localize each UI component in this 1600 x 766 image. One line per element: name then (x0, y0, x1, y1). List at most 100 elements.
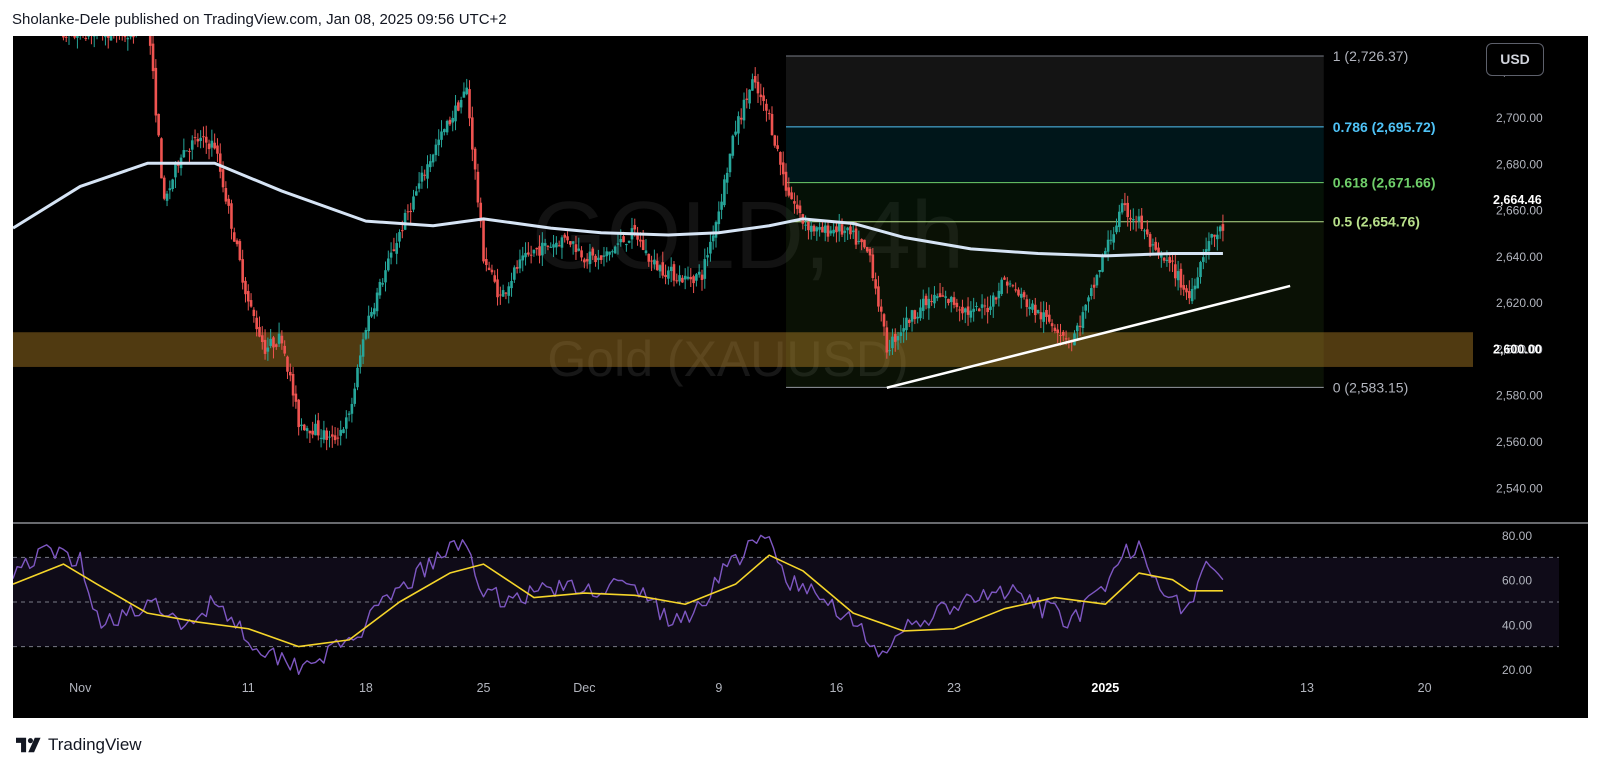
candle-body (213, 142, 216, 149)
candle-body (667, 270, 670, 279)
candle-body (625, 244, 628, 246)
candle-body (583, 259, 586, 263)
candle-body (874, 279, 877, 289)
candle-body (616, 243, 620, 245)
candle-body (241, 259, 244, 283)
candle-body (776, 145, 779, 149)
candle-body (966, 306, 970, 315)
candle-body (983, 305, 987, 307)
candle-body (588, 251, 592, 265)
candle-body (148, 36, 152, 46)
candle-body (1134, 221, 1138, 223)
price-axis-tick: 2,620.00 (1496, 296, 1543, 310)
candle-body (1182, 285, 1186, 290)
chart-area[interactable]: GOLD, 4h Gold (XAUUSD) 1 (2,726.37) 0.786 (… (13, 36, 1588, 718)
fib-level-label: 0.5 (2,654.76) (1333, 214, 1420, 230)
candle-body (969, 310, 973, 318)
candle-body (655, 260, 659, 270)
candle-body (963, 308, 967, 313)
candle-body (851, 230, 855, 233)
candle-body (599, 255, 603, 260)
candle-body (216, 145, 219, 154)
candle-body (795, 204, 799, 209)
candle-body (1064, 338, 1068, 340)
candle-body (924, 295, 928, 306)
candle-body (174, 162, 177, 178)
candle-body (935, 296, 939, 299)
price-axis-tick: 2,540.00 (1496, 481, 1543, 495)
candle-body (1154, 241, 1158, 250)
candle-body (770, 113, 774, 136)
candle-body (849, 226, 852, 235)
candle-body (266, 347, 270, 352)
candle-body (1019, 293, 1023, 298)
candle-body (826, 225, 830, 237)
candle-body (524, 252, 527, 258)
candle-body (308, 430, 312, 434)
candle-body (1137, 216, 1141, 221)
candle-body (1160, 255, 1163, 258)
candle-body (798, 205, 802, 214)
candle-body (277, 333, 281, 344)
candle-body (190, 140, 194, 150)
candle-body (835, 226, 838, 233)
candle-body (980, 304, 984, 308)
candle-body (375, 292, 379, 312)
candle-body (171, 179, 174, 189)
candle-body (608, 251, 611, 255)
candle-body (742, 99, 746, 121)
candle-body (846, 227, 849, 231)
chart-canvas[interactable]: GOLD, 4hGold (XAUUSD)1 (2,726.37)0.786 (… (13, 36, 1588, 718)
candle-body (1185, 288, 1188, 293)
candle-body (218, 153, 222, 172)
candle-body (829, 230, 833, 234)
candle-body (921, 298, 925, 311)
candle-body (429, 161, 432, 168)
candle-body (104, 36, 107, 38)
candle-body (807, 221, 810, 231)
candle-body (555, 242, 558, 248)
candle-body (238, 241, 242, 261)
candle-body (106, 36, 110, 38)
candle-body (316, 420, 320, 436)
candle-body (378, 281, 382, 296)
candle-body (302, 424, 306, 431)
candle-body (773, 135, 777, 146)
candle-body (997, 290, 1001, 299)
candle-body (689, 277, 693, 280)
candle-body (92, 36, 96, 37)
candle-body (972, 308, 975, 312)
footer-brand[interactable]: TradingView (16, 734, 142, 756)
candle-body (759, 94, 763, 98)
candle-body (448, 119, 452, 125)
candle-body (532, 249, 536, 254)
candle-body (779, 152, 782, 165)
candle-body (863, 239, 866, 248)
candle-body (157, 113, 160, 136)
candle-body (244, 280, 247, 295)
candle-body (350, 404, 354, 414)
candle-body (695, 274, 698, 281)
candle-body (322, 430, 326, 440)
candle-body (1210, 234, 1214, 238)
candle-body (549, 246, 553, 248)
candle-body (1188, 291, 1191, 299)
candle-body (193, 137, 197, 139)
candle-body (784, 171, 788, 191)
candle-body (913, 310, 917, 320)
candle-body (633, 225, 637, 230)
candle-body (473, 148, 477, 170)
candle-body (132, 36, 135, 38)
candle-body (543, 243, 547, 246)
candle-body (1174, 264, 1177, 279)
candle-body (1039, 312, 1043, 320)
candle-body (709, 241, 712, 254)
candle-body (269, 338, 272, 346)
currency-button[interactable]: USD (1486, 43, 1544, 76)
candle-body (994, 297, 998, 300)
candle-body (210, 140, 214, 148)
candle-body (196, 138, 200, 142)
candle-body (1025, 299, 1029, 308)
candle-body (272, 337, 275, 348)
candle-body (594, 255, 597, 263)
